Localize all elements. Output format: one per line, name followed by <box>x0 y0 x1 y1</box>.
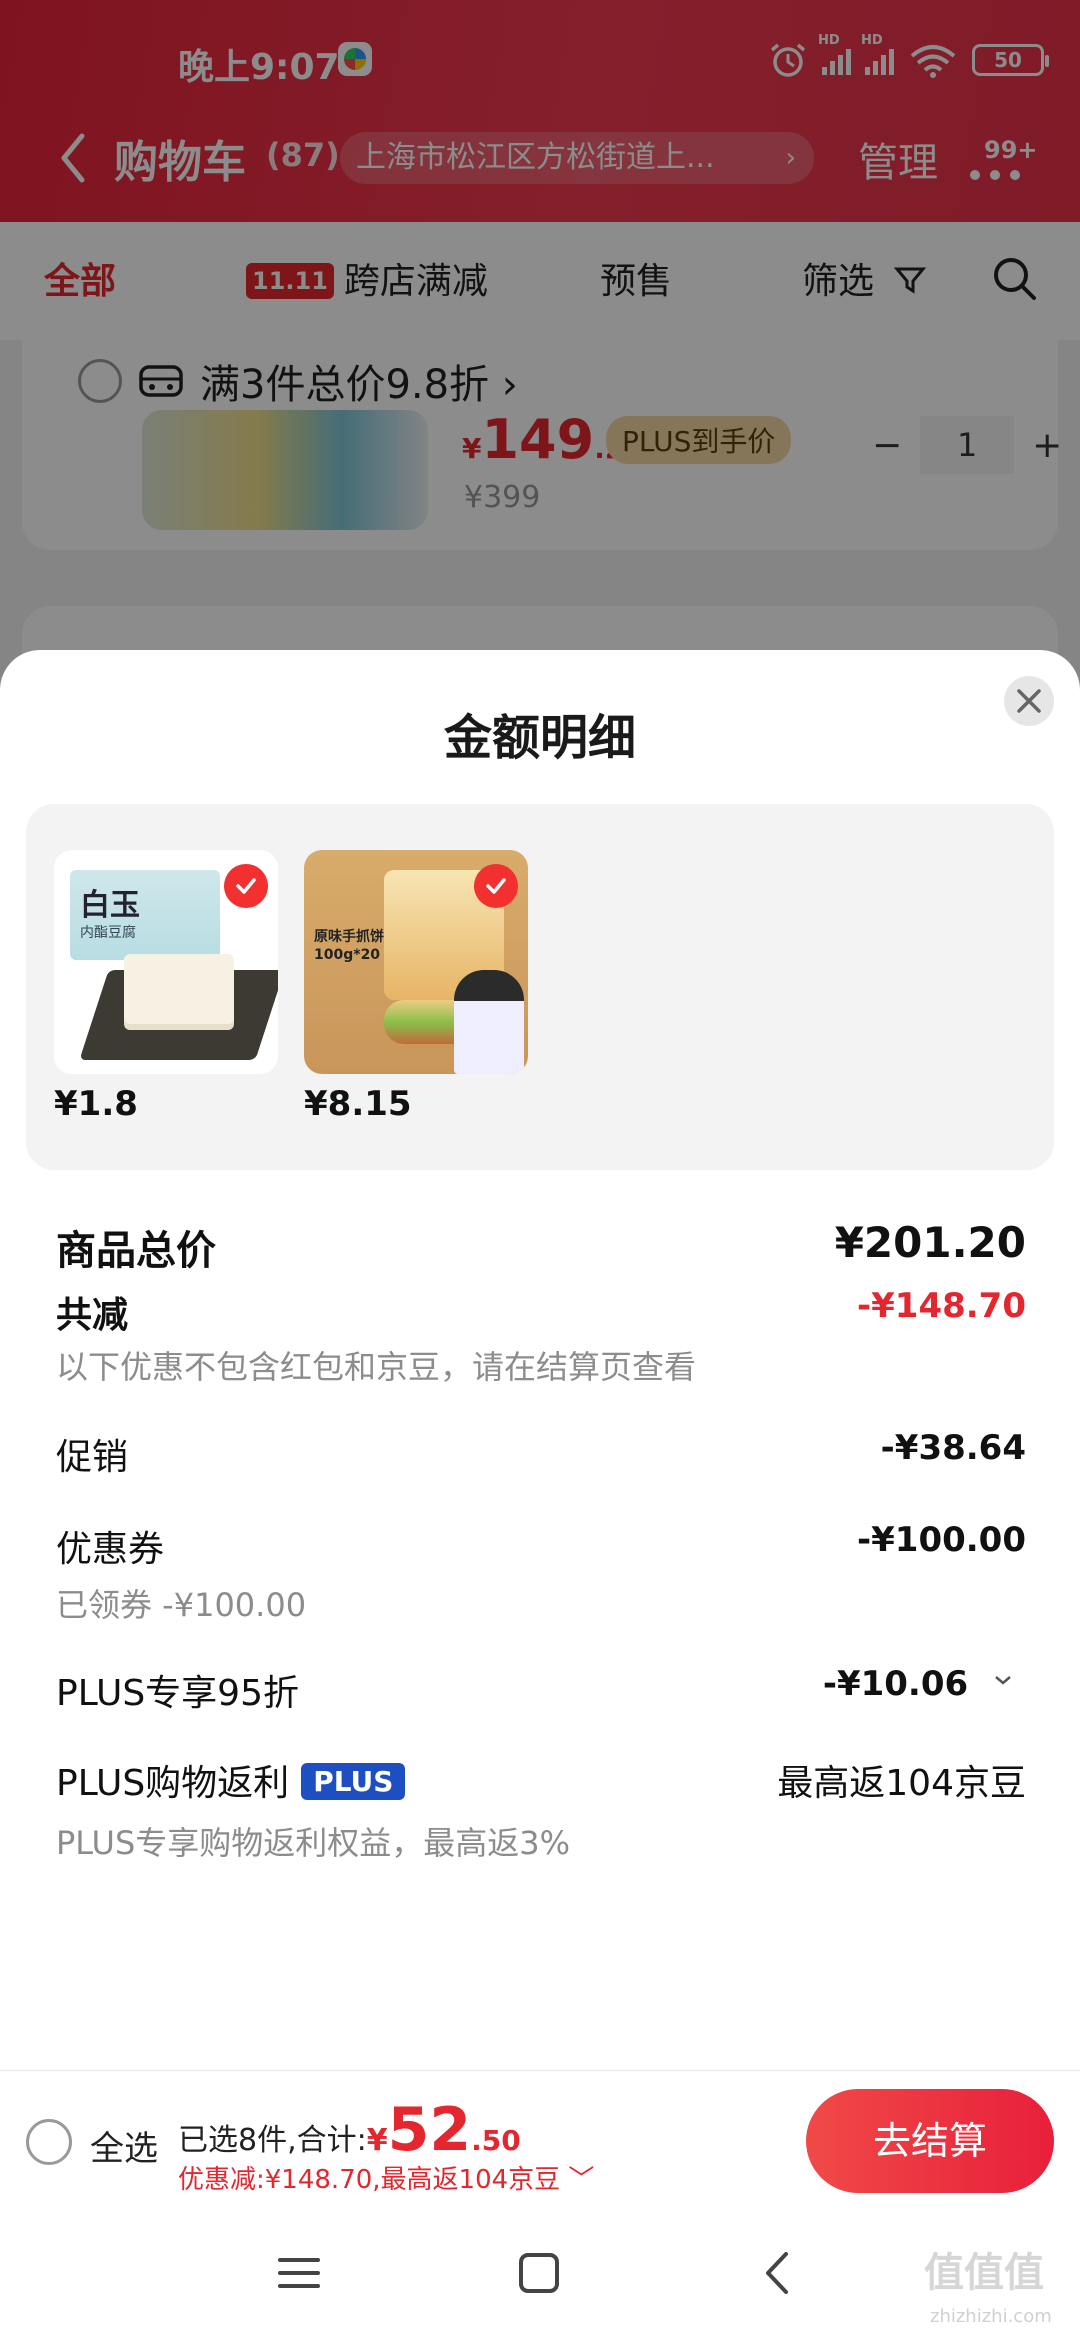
tab-filter-label: 筛选 <box>802 261 875 302</box>
chevron-down-icon <box>995 1676 1011 1685</box>
checked-icon <box>224 864 268 908</box>
store-icon <box>139 365 183 397</box>
alarm-icon <box>770 43 806 77</box>
filter-icon <box>894 267 927 294</box>
home-icon[interactable] <box>514 2248 564 2298</box>
double11-badge: 11.11 <box>246 263 334 299</box>
coupon-value: -¥100.00 <box>857 1520 1026 1560</box>
plus95-value: -¥10.06 <box>823 1664 1012 1704</box>
original-price: ¥399 <box>464 480 541 515</box>
promo-row: 促销 -¥38.64 <box>56 1428 1026 1478</box>
rebate-label: PLUS购物返利 PLUS <box>56 1754 406 1806</box>
address-selector[interactable]: 上海市松江区方松街道上... › <box>340 132 814 184</box>
app-notification-icon <box>338 42 372 76</box>
tab-all[interactable]: 全部 <box>44 252 116 304</box>
checked-icon <box>474 864 518 908</box>
close-button[interactable] <box>1004 676 1054 726</box>
promo-select-radio[interactable] <box>78 359 122 403</box>
total-row: 商品总价 ¥201.20 <box>56 1218 1026 1278</box>
coupon-row: 优惠券 -¥100.00 已领券 -¥100.00 <box>56 1520 1026 1624</box>
navbar: 购物车 (87) 上海市松江区方松街道上... › 管理 99+ <box>0 120 1080 200</box>
checkout-button[interactable]: 去结算 <box>806 2089 1054 2193</box>
total-label: 商品总价 <box>56 1228 216 1274</box>
promo-header[interactable]: 满3件总价9.8折 › <box>78 352 518 410</box>
signal-icon: HD <box>861 33 894 75</box>
message-badge: 99+ <box>984 136 1038 164</box>
more-icon <box>970 170 1020 180</box>
discount-note: 以下优惠不包含红包和京豆，请在结算页查看 <box>56 1348 697 1386</box>
tab-cross-store[interactable]: 11.11 跨店满减 <box>246 252 488 304</box>
tab-presale[interactable]: 预售 <box>600 252 672 304</box>
close-icon <box>1017 689 1041 713</box>
select-all-label[interactable]: 全选 <box>90 2121 158 2170</box>
product-image: 原味手抓饼 100g*20 <box>304 850 528 1074</box>
coupon-note: 已领券 -¥100.00 <box>56 1586 307 1624</box>
quantity-value[interactable]: 1 <box>920 416 1015 474</box>
status-bar: 晚上9:07 HD HD 50 <box>0 33 1080 88</box>
page-title: 购物车 <box>114 137 246 188</box>
amount-detail-sheet: 金额明细 白玉 内酯豆腐 ¥1.8 原味手抓饼 100g*20 ¥8.15 商品… <box>0 650 1080 2070</box>
select-all-radio[interactable] <box>26 2119 72 2165</box>
quantity-stepper: − 1 + <box>872 416 1062 474</box>
watermark-url: zhizhizhi.com <box>930 2306 1052 2327</box>
tab-filter[interactable]: 筛选 <box>802 252 927 304</box>
watermark-logo: 值值值 <box>924 2250 1044 2296</box>
more-button[interactable]: 99+ <box>966 136 1038 190</box>
cart-item-card: 满3件总价9.8折 › ¥149.2 PLUS到手价 ¥399 − 1 + <box>22 340 1062 550</box>
selected-item[interactable]: 原味手抓饼 100g*20 ¥8.15 <box>304 850 528 1124</box>
plus-badge: PLUS <box>301 1763 406 1800</box>
discount-summary[interactable]: 优惠减:¥148.70,最高返104京豆 ﹀ <box>178 2159 594 2196</box>
item-price: ¥8.15 <box>304 1084 412 1124</box>
manage-button[interactable]: 管理 <box>858 130 938 188</box>
selected-items: 白玉 内酯豆腐 ¥1.8 原味手抓饼 100g*20 ¥8.15 <box>26 804 1054 1170</box>
total-amount: ¥52.50 <box>366 2095 521 2165</box>
plus95-row[interactable]: PLUS专享95折 -¥10.06 <box>56 1664 1026 1714</box>
chevron-left-icon <box>61 133 85 183</box>
selected-item[interactable]: 白玉 内酯豆腐 ¥1.8 <box>54 850 278 1124</box>
total-summary: 已选8件,合计:¥52.50 <box>178 2095 521 2165</box>
menu-icon[interactable] <box>274 2248 324 2298</box>
plus-price-tag: PLUS到手价 <box>606 416 792 464</box>
rebate-value: 最高返104京豆 <box>777 1763 1026 1804</box>
system-nav-bar <box>0 2208 1080 2340</box>
discount-value: -¥148.70 <box>857 1286 1026 1326</box>
back-nav-icon[interactable] <box>754 2248 804 2298</box>
discount-label: 共减 <box>56 1295 129 1336</box>
search-icon[interactable] <box>990 254 1038 302</box>
back-button[interactable] <box>54 128 94 188</box>
discount-row: 共减 -¥148.70 以下优惠不包含红包和京豆，请在结算页查看 <box>56 1286 1026 1386</box>
cart-count: (87) <box>266 136 340 174</box>
rebate-note: PLUS专享购物返利权益，最高返3% <box>56 1824 571 1862</box>
sheet-title: 金额明细 <box>443 710 636 766</box>
product-image: 白玉 内酯豆腐 <box>54 850 278 1074</box>
tab-cross-store-label: 跨店满减 <box>343 261 488 302</box>
checkout-bar: 全选 已选8件,合计:¥52.50 优惠减:¥148.70,最高返104京豆 ﹀… <box>0 2070 1080 2208</box>
increase-button[interactable]: + <box>1032 425 1062 466</box>
status-time: 晚上9:07 <box>178 47 340 88</box>
plus95-label: PLUS专享95折 <box>56 1673 299 1714</box>
promo-label: 促销 <box>56 1437 129 1478</box>
decrease-button[interactable]: − <box>872 425 902 466</box>
chevron-right-icon: › <box>785 143 796 173</box>
total-value: ¥201.20 <box>834 1218 1026 1267</box>
product-price: ¥149.2 <box>462 408 624 471</box>
rebate-row: PLUS购物返利 PLUS 最高返104京豆 PLUS专享购物返利权益，最高返3% <box>56 1754 1026 1864</box>
battery-icon: 50 <box>972 44 1049 76</box>
promo-text: 满3件总价9.8折 › <box>200 362 518 408</box>
address-text: 上海市松江区方松街道上... <box>356 140 715 175</box>
product-image[interactable] <box>142 410 428 530</box>
signal-icon: HD <box>818 33 851 75</box>
header-bar: 晚上9:07 HD HD 50 购物车 (87) 上海市松江区方松街道上... … <box>0 0 1080 222</box>
promo-value: -¥38.64 <box>880 1428 1026 1468</box>
filter-tabs: 全部 11.11 跨店满减 预售 筛选 <box>0 222 1080 340</box>
item-price: ¥1.8 <box>54 1084 138 1124</box>
coupon-label: 优惠券 <box>56 1529 165 1570</box>
wifi-icon <box>910 45 956 78</box>
